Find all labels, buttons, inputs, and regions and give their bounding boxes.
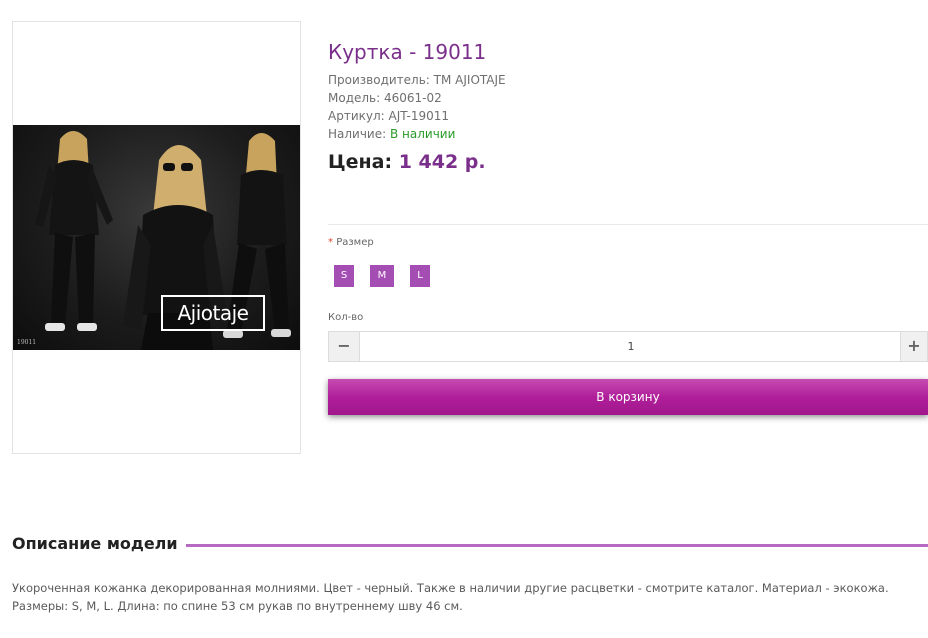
quantity-stepper: − + [328, 331, 928, 362]
required-mark: * [328, 237, 333, 248]
manufacturer-row: Производитель: TM AJIOTAJE [328, 73, 506, 87]
availability-status: В наличии [390, 127, 456, 141]
size-option-m[interactable]: M [370, 265, 394, 287]
description-heading: Описание модели [12, 534, 186, 553]
model-row: Модель: 46061-02 [328, 91, 442, 105]
price-row: Цена: 1 442 р. [328, 151, 486, 173]
description-text: Укороченная кожанка декорированная молни… [12, 581, 889, 613]
quantity-label: Кол-во [328, 312, 364, 323]
sku-row: Артикул: AJT-19011 [328, 109, 449, 123]
size-label-text: Размер [336, 237, 374, 248]
size-option-l[interactable]: L [410, 265, 430, 287]
price-label: Цена: [328, 151, 393, 173]
description-heading-rule [176, 544, 928, 547]
quantity-input[interactable] [361, 332, 901, 361]
manufacturer-link[interactable]: TM AJIOTAJE [434, 73, 506, 87]
sku-value: AJT-19011 [388, 109, 449, 123]
sku-label: Артикул: [328, 109, 385, 123]
photo-code: 19011 [17, 339, 37, 346]
divider [328, 224, 928, 225]
quantity-decrease-button[interactable]: − [329, 332, 360, 361]
add-to-cart-button[interactable]: В корзину [328, 379, 928, 415]
size-option-s[interactable]: S [334, 265, 354, 287]
brand-logo: Ajiotaje [161, 295, 265, 331]
product-title: Куртка - 19011 [328, 40, 487, 64]
price-value: 1 442 р. [398, 151, 486, 173]
manufacturer-label: Производитель: [328, 73, 430, 87]
product-photo[interactable]: Ajiotaje 19011 [13, 125, 300, 350]
model-value: 46061-02 [384, 91, 442, 105]
model-label: Модель: [328, 91, 381, 105]
size-label: * Размер [328, 237, 374, 248]
quantity-increase-button[interactable]: + [900, 332, 927, 361]
product-image-frame[interactable]: Ajiotaje 19011 [12, 21, 301, 454]
availability-row: Наличие: В наличии [328, 127, 455, 141]
availability-label: Наличие: [328, 127, 387, 141]
